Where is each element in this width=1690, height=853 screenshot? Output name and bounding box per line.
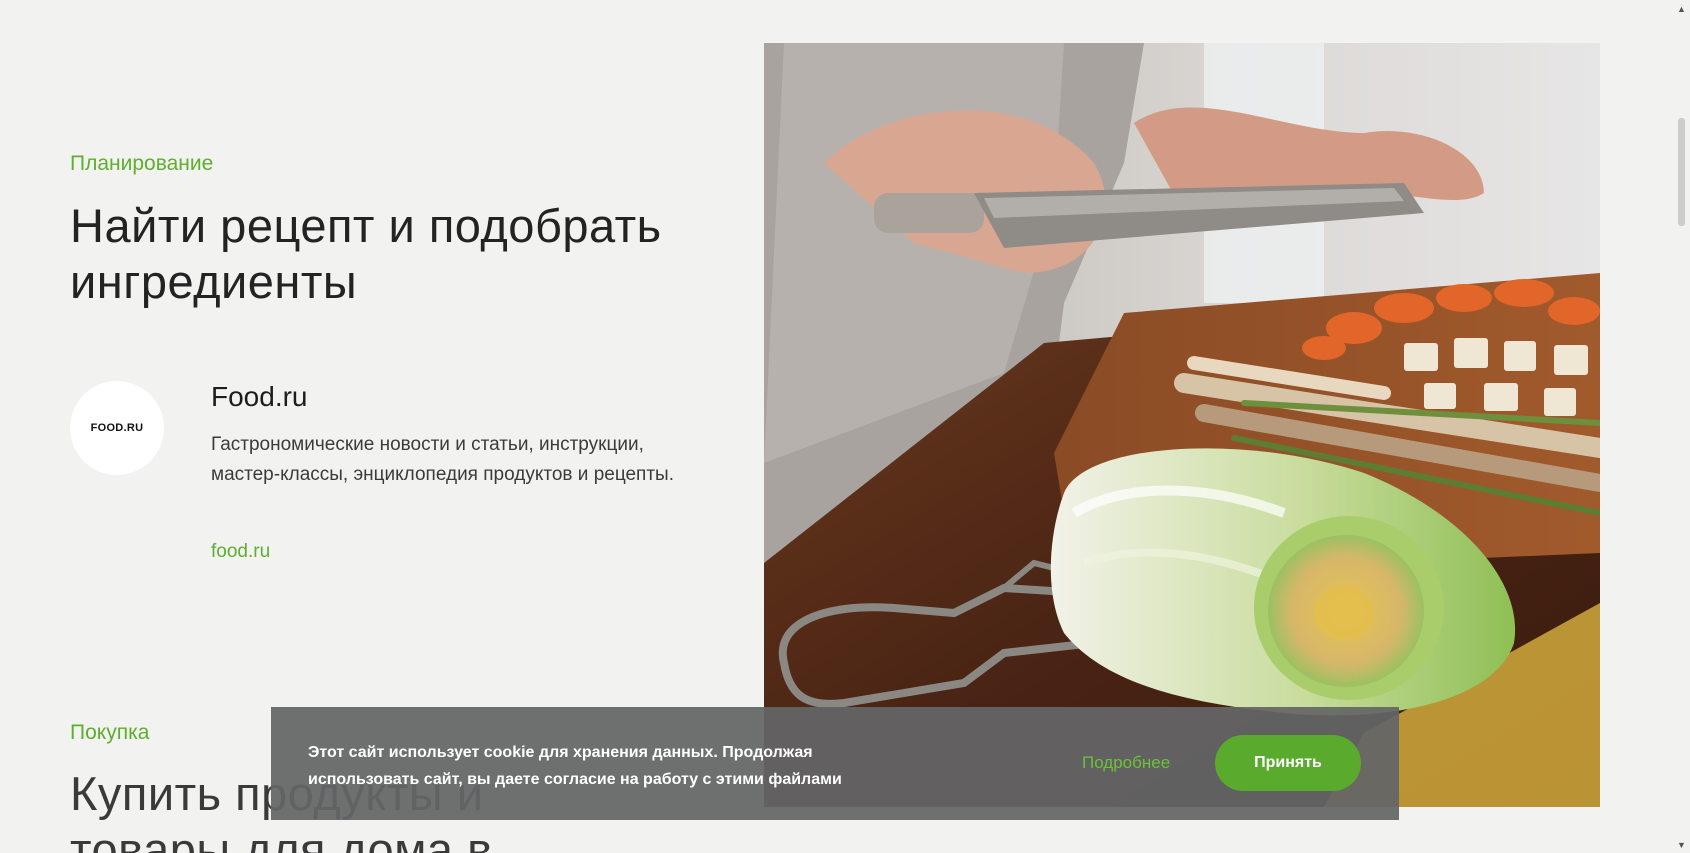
section-eyebrow-planning: Планирование <box>70 152 214 175</box>
partner-name: Food.ru <box>211 381 308 412</box>
cookie-banner: Этот сайт использует cookie для хранения… <box>271 707 1399 820</box>
scroll-thumb[interactable] <box>1678 118 1685 226</box>
section-title-planning: Найти рецепт и подобрать ингредиенты <box>70 199 662 308</box>
partner-description: Гастрономические новости и статьи, инстр… <box>211 434 674 485</box>
page: Планирование Найти рецепт и подобрать ин… <box>0 0 1690 853</box>
scroll-up-arrow-icon[interactable]: ▲ <box>1673 0 1690 17</box>
cookie-banner-text: Этот сайт использует cookie для хранения… <box>308 744 842 788</box>
partner-logo-text: FOOD.RU <box>90 422 144 434</box>
cookie-more-link[interactable]: Подробнее <box>1082 753 1170 773</box>
vertical-scrollbar[interactable]: ▲ ▼ <box>1673 0 1690 853</box>
cookie-accept-button[interactable]: Принять <box>1215 735 1361 791</box>
section-eyebrow-purchase: Покупка <box>70 721 150 744</box>
cooking-photo <box>764 43 1600 807</box>
partner-logo[interactable]: FOOD.RU <box>70 381 164 475</box>
scroll-down-arrow-icon[interactable]: ▼ <box>1673 836 1690 853</box>
partner-link[interactable]: food.ru <box>211 541 270 563</box>
